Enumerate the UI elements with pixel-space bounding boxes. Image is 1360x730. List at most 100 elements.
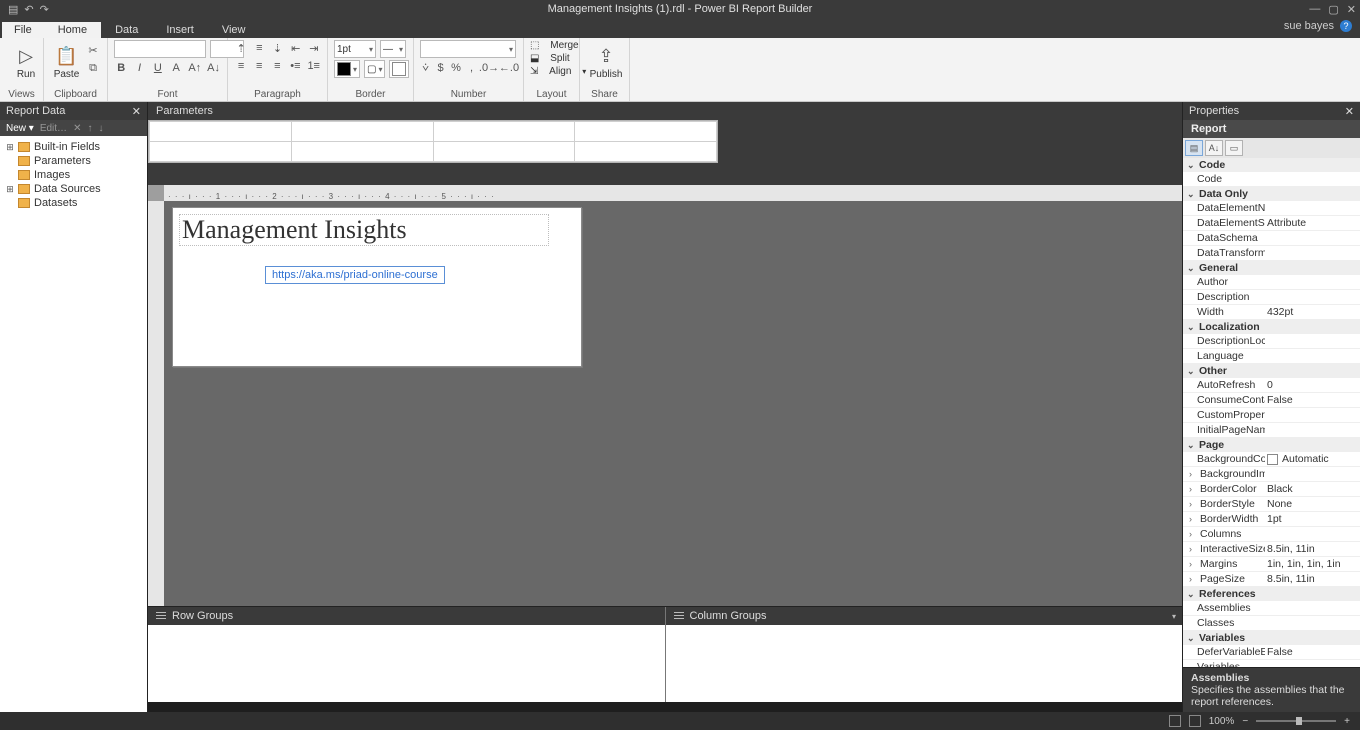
- prop-category[interactable]: ⌄Code: [1183, 158, 1360, 172]
- tab-file[interactable]: File: [2, 22, 44, 38]
- fill-color-dropdown[interactable]: [389, 60, 409, 78]
- border-style-dropdown[interactable]: —▾: [380, 40, 406, 58]
- prop-category[interactable]: ⌄General: [1183, 261, 1360, 275]
- prop-row[interactable]: Author: [1183, 275, 1360, 290]
- prop-row[interactable]: BorderColorBlack: [1183, 482, 1360, 497]
- prop-row[interactable]: InteractiveSize8.5in, 11in: [1183, 542, 1360, 557]
- properties-grid[interactable]: ⌄CodeCode⌄Data OnlyDataElementNameDataEl…: [1183, 158, 1360, 667]
- prop-row[interactable]: DataElementName: [1183, 201, 1360, 216]
- border-preset-dropdown[interactable]: ▢▾: [364, 60, 385, 78]
- prop-row[interactable]: BorderStyleNone: [1183, 497, 1360, 512]
- user-name[interactable]: sue bayes: [1284, 20, 1334, 32]
- prop-row[interactable]: AutoRefresh0: [1183, 378, 1360, 393]
- design-canvas[interactable]: · · · ı · · · 1 · · · ı · · · 2 · · · ı …: [148, 185, 1182, 606]
- categorized-icon[interactable]: ▤: [1185, 140, 1203, 156]
- column-groups-body[interactable]: [666, 625, 1183, 702]
- report-data-new[interactable]: New ▾: [6, 123, 34, 134]
- tab-view[interactable]: View: [208, 22, 260, 38]
- run-button[interactable]: ▷ Run: [6, 40, 46, 86]
- align-bottom-icon[interactable]: ⇣: [270, 40, 284, 56]
- prop-row[interactable]: DeferVariableEvaluationFalse: [1183, 645, 1360, 660]
- prop-row[interactable]: Assemblies: [1183, 601, 1360, 616]
- prop-row[interactable]: InitialPageName: [1183, 423, 1360, 438]
- link-textbox[interactable]: https://aka.ms/priad-online-course: [265, 266, 445, 284]
- minimize-icon[interactable]: —: [1309, 3, 1320, 16]
- border-color-dropdown[interactable]: ▾: [334, 60, 360, 78]
- help-icon[interactable]: ?: [1340, 20, 1352, 32]
- tab-insert[interactable]: Insert: [152, 22, 208, 38]
- report-data-edit[interactable]: Edit…: [40, 123, 67, 134]
- groups-menu-icon[interactable]: ▾: [1172, 612, 1176, 621]
- font-color-icon[interactable]: A: [169, 60, 183, 76]
- prop-row[interactable]: PageSize8.5in, 11in: [1183, 572, 1360, 587]
- prop-row[interactable]: DataSchema: [1183, 231, 1360, 246]
- close-icon[interactable]: ✕: [1347, 3, 1356, 16]
- save-icon[interactable]: ▤: [8, 3, 18, 16]
- italic-button[interactable]: I: [132, 60, 146, 76]
- zoom-slider[interactable]: [1256, 720, 1336, 722]
- prop-row[interactable]: Classes: [1183, 616, 1360, 631]
- increase-indent-icon[interactable]: ⇥: [307, 40, 321, 56]
- cut-icon[interactable]: ✂: [85, 42, 101, 58]
- bold-button[interactable]: B: [114, 60, 128, 76]
- prop-row[interactable]: CustomProperties: [1183, 408, 1360, 423]
- property-pages-icon[interactable]: ▭: [1225, 140, 1243, 156]
- percent-icon[interactable]: %: [450, 60, 462, 76]
- align-left-icon[interactable]: ≡: [234, 58, 248, 74]
- bullets-icon[interactable]: •≡: [288, 58, 302, 74]
- copy-icon[interactable]: ⧉: [85, 60, 101, 76]
- prop-row[interactable]: ConsumeContainerWhitespaceFalse: [1183, 393, 1360, 408]
- shrink-font-icon[interactable]: A↓: [206, 60, 221, 76]
- prop-category[interactable]: ⌄Variables: [1183, 631, 1360, 645]
- prop-row[interactable]: BackgroundColorAutomatic: [1183, 452, 1360, 467]
- number-format-dropdown[interactable]: ▾: [420, 40, 516, 58]
- decrease-decimal-icon[interactable]: ←.0: [501, 60, 517, 76]
- report-data-tree[interactable]: ⊞Built-in Fields Parameters Images ⊞Data…: [0, 136, 147, 712]
- prop-row[interactable]: Columns: [1183, 527, 1360, 542]
- paste-button[interactable]: 📋 Paste: [50, 40, 83, 86]
- report-data-close-icon[interactable]: ✕: [132, 105, 141, 118]
- currency-icon[interactable]: $: [435, 60, 446, 76]
- prop-row[interactable]: Width432pt: [1183, 305, 1360, 320]
- split-button[interactable]: ⬓ Split: [530, 53, 573, 64]
- design-view-icon[interactable]: [1169, 715, 1181, 727]
- grow-font-icon[interactable]: A↑: [187, 60, 202, 76]
- tab-home[interactable]: Home: [44, 22, 101, 38]
- prop-category[interactable]: ⌄Data Only: [1183, 187, 1360, 201]
- numbering-icon[interactable]: 1≡: [306, 58, 321, 74]
- underline-button[interactable]: U: [151, 60, 165, 76]
- align-middle-icon[interactable]: ≡: [252, 40, 266, 56]
- prop-row[interactable]: BackgroundImage: [1183, 467, 1360, 482]
- undo-icon[interactable]: ↶: [24, 3, 33, 16]
- report-data-up-icon[interactable]: ↑: [87, 123, 92, 134]
- report-data-down-icon[interactable]: ↓: [98, 123, 103, 134]
- parameters-grid[interactable]: [148, 120, 718, 163]
- prop-category[interactable]: ⌄Page: [1183, 438, 1360, 452]
- align-center-icon[interactable]: ≡: [252, 58, 266, 74]
- increase-decimal-icon[interactable]: .0→: [481, 60, 497, 76]
- properties-object[interactable]: Report: [1183, 120, 1360, 138]
- properties-close-icon[interactable]: ✕: [1345, 105, 1354, 118]
- zoom-in-icon[interactable]: +: [1344, 716, 1350, 727]
- prop-category[interactable]: ⌄Localization: [1183, 320, 1360, 334]
- align-button[interactable]: ⇲ Align ▾: [530, 66, 573, 77]
- font-family-input[interactable]: [114, 40, 206, 58]
- publish-button[interactable]: ⇪ Publish: [586, 40, 626, 86]
- border-width-dropdown[interactable]: 1pt▾: [334, 40, 376, 58]
- row-groups-body[interactable]: [148, 625, 665, 702]
- merge-button[interactable]: ⬚ Merge: [530, 40, 573, 51]
- report-data-delete-icon[interactable]: ✕: [73, 123, 81, 134]
- tab-data[interactable]: Data: [101, 22, 152, 38]
- maximize-icon[interactable]: ▢: [1328, 3, 1338, 16]
- decrease-indent-icon[interactable]: ⇤: [289, 40, 303, 56]
- comma-icon[interactable]: ,: [466, 60, 477, 76]
- prop-row[interactable]: Language: [1183, 349, 1360, 364]
- zoom-level[interactable]: 100%: [1209, 716, 1235, 727]
- align-top-icon[interactable]: ⇡: [234, 40, 248, 56]
- redo-icon[interactable]: ↷: [40, 3, 49, 16]
- prop-row[interactable]: DataElementStyleAttribute: [1183, 216, 1360, 231]
- zoom-out-icon[interactable]: −: [1242, 716, 1248, 727]
- report-body[interactable]: Management Insights https://aka.ms/priad…: [172, 207, 582, 367]
- prop-row[interactable]: Code: [1183, 172, 1360, 187]
- prop-row[interactable]: DescriptionLocID: [1183, 334, 1360, 349]
